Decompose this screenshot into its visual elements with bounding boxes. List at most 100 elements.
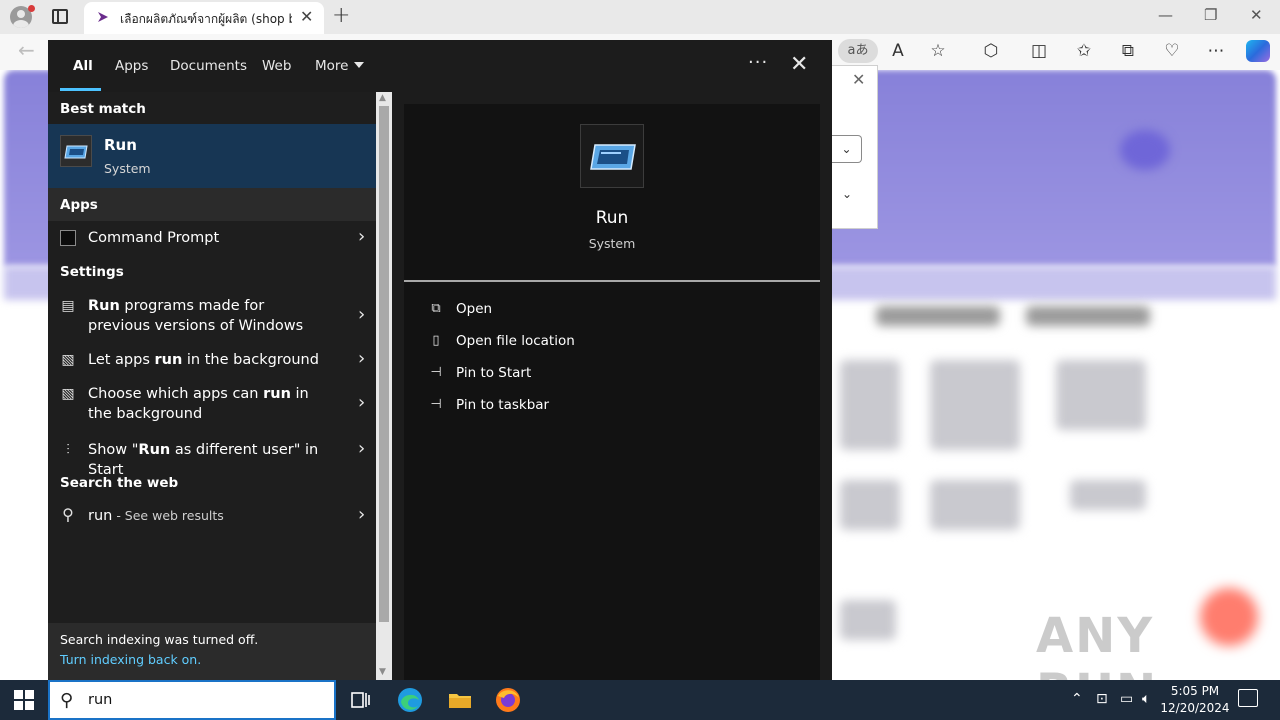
result-label: Run programs made for previous versions … (88, 298, 304, 334)
notification-center-icon[interactable] (1238, 689, 1258, 707)
pin-icon: ⊣ (430, 397, 442, 412)
action-pin-to-start[interactable]: ⊣ Pin to Start (424, 362, 724, 386)
new-tab-button[interactable]: + (332, 3, 350, 28)
chevron-right-icon[interactable]: › (358, 348, 365, 369)
show-hidden-icons-chevron-icon[interactable]: ⌃ (1071, 691, 1083, 707)
filter-web[interactable]: Web (262, 58, 291, 74)
result-label: run - See web results (88, 508, 224, 524)
filter-documents[interactable]: Documents (170, 58, 247, 74)
action-open-file-location[interactable]: ▯ Open file location (424, 330, 724, 354)
result-web-search[interactable]: ⚲ run - See web results › (48, 499, 376, 533)
file-location-icon: ▯ (432, 333, 440, 348)
run-app-icon (580, 124, 644, 188)
blurred-button (876, 306, 1000, 326)
command-prompt-icon (60, 230, 76, 246)
result-setting-compat[interactable]: ▤ Run programs made for previous version… (48, 288, 376, 342)
preview-title: Run (595, 208, 629, 228)
split-screen-icon[interactable]: ◫ (1028, 41, 1050, 61)
back-arrow-icon[interactable]: ← (18, 38, 35, 62)
result-setting-choose-apps[interactable]: ▧ Choose which apps can run in the backg… (48, 376, 376, 432)
browser-tab-strip: เลือกผลิตภัณฑ์จากผู้ผลิต (shop by b ✕ + … (0, 0, 1280, 34)
minimize-icon[interactable]: — (1158, 6, 1173, 24)
volume-icon[interactable]: 🔈︎ (1142, 691, 1150, 707)
read-aloud-icon[interactable]: A (887, 41, 909, 61)
filter-apps[interactable]: Apps (115, 58, 148, 74)
restore-icon[interactable]: ❐ (1204, 6, 1217, 24)
favorite-star-icon[interactable]: ☆ (927, 41, 949, 61)
chevron-right-icon[interactable]: › (358, 226, 365, 247)
best-match-title: Run (104, 136, 137, 154)
blurred-logo (1120, 130, 1170, 170)
active-filter-indicator (60, 88, 101, 91)
taskbar-search-input[interactable]: run (88, 692, 112, 708)
network-icon[interactable]: ▭ (1120, 691, 1133, 707)
result-setting-run-as-user[interactable]: ⫶ Show "Run as different user" in Start … (48, 432, 376, 478)
result-command-prompt[interactable]: Command Prompt › (48, 221, 376, 255)
search-filter-bar: All Apps Documents Web More ··· ✕ (48, 40, 832, 92)
blurred-product (1056, 360, 1146, 430)
settings-menu-icon[interactable]: ⋯ (1205, 41, 1227, 61)
collections-icon[interactable]: ⧉ (1117, 41, 1139, 61)
tab-actions-icon[interactable] (52, 9, 68, 24)
browser-essentials-icon[interactable]: ♡ (1161, 41, 1183, 61)
favorites-icon[interactable]: ✩ (1073, 41, 1095, 61)
clock-date: 12/20/2024 (1160, 701, 1230, 715)
scroll-up-icon[interactable]: ▲ (379, 93, 386, 103)
best-match-run[interactable]: Run System (48, 124, 376, 188)
image-settings-icon: ▧ (61, 352, 75, 368)
result-preview-pane: Run System ⧉ Open ▯ Open file location ⊣… (404, 104, 820, 680)
tab-title: เลือกผลิตภัณฑ์จากผู้ผลิต (shop by b (120, 12, 292, 26)
filter-more-label: More (315, 58, 349, 74)
action-label: Open (456, 301, 493, 317)
chevron-right-icon[interactable]: › (358, 504, 365, 525)
search-close-icon[interactable]: ✕ (790, 52, 808, 77)
translate-icon[interactable]: aあ (838, 39, 878, 63)
chevron-right-icon[interactable]: › (358, 304, 365, 325)
blurred-product (840, 360, 900, 450)
filter-more[interactable]: More (315, 58, 365, 74)
dialog-select-2[interactable]: ⌄ (832, 181, 862, 209)
taskbar-search-box[interactable]: ⚲ run (48, 680, 336, 720)
action-pin-to-taskbar[interactable]: ⊣ Pin to taskbar (424, 394, 724, 418)
chevron-right-icon[interactable]: › (358, 392, 365, 413)
result-setting-background[interactable]: ▧ Let apps run in the background › (48, 342, 376, 376)
apps-heading: Apps (48, 188, 376, 221)
taskbar: ⚲ run ⌃ ⊡ ▭ 🔈︎ 5:05 PM 12/20/2024 (0, 680, 1280, 720)
filter-all[interactable]: All (73, 58, 93, 74)
chevron-right-icon[interactable]: › (358, 438, 365, 459)
windows-start-icon[interactable] (14, 690, 34, 710)
edge-browser-icon[interactable] (396, 686, 424, 714)
more-options-icon[interactable]: ··· (748, 52, 768, 73)
turn-indexing-on-link[interactable]: Turn indexing back on. (60, 652, 364, 667)
device-icon[interactable]: ⊡ (1096, 691, 1108, 707)
open-icon: ⧉ (431, 301, 441, 316)
copilot-icon[interactable] (1246, 40, 1270, 62)
scrollbar-thumb[interactable] (379, 106, 389, 622)
firefox-icon[interactable] (494, 686, 522, 714)
tab-close-icon[interactable]: ✕ (300, 7, 313, 26)
blurred-product (930, 480, 1020, 530)
browser-tab-active[interactable]: เลือกผลิตภัณฑ์จากผู้ผลิต (shop by b ✕ (84, 2, 324, 34)
extensions-icon[interactable]: ⬡ (980, 41, 1002, 61)
preview-divider (404, 280, 820, 282)
window-close-icon[interactable]: ✕ (1250, 6, 1263, 24)
scroll-down-icon[interactable]: ▼ (379, 667, 386, 677)
blurred-product (1070, 480, 1146, 510)
start-settings-icon: ⫶ (66, 442, 70, 458)
action-open[interactable]: ⧉ Open (424, 298, 724, 322)
task-view-icon[interactable] (346, 686, 374, 714)
settings-heading: Settings (60, 264, 124, 280)
dialog-close-icon[interactable]: ✕ (852, 70, 865, 89)
compatibility-icon: ▤ (61, 298, 75, 314)
dialog-select-1[interactable]: ⌄ (832, 135, 862, 163)
taskbar-clock[interactable]: 5:05 PM 12/20/2024 (1160, 683, 1230, 717)
search-results-list: Best match Run System Apps Command Promp… (48, 92, 376, 623)
action-label: Pin to taskbar (456, 397, 550, 413)
file-explorer-icon[interactable] (446, 686, 474, 714)
best-match-subtitle: System (104, 161, 151, 176)
blurred-button (1026, 306, 1150, 326)
run-app-icon (60, 135, 92, 167)
chevron-down-icon (354, 62, 365, 68)
action-label: Open file location (456, 333, 575, 349)
results-scrollbar[interactable]: ▲ ▼ (376, 92, 392, 680)
